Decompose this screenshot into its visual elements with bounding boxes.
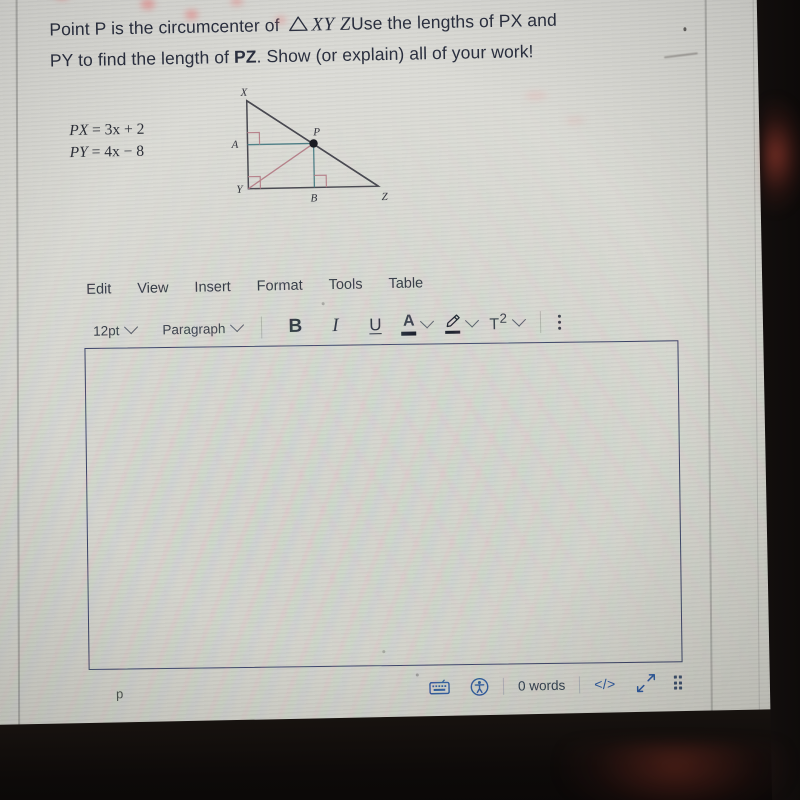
dust-speck bbox=[415, 673, 419, 677]
vertex-label-b: B bbox=[311, 192, 318, 204]
given-px-value: 3x + 2 bbox=[104, 120, 145, 139]
assignment-page: Point P is the circumcenter of XY ZUse t… bbox=[0, 0, 800, 772]
italic-button[interactable]: I bbox=[322, 313, 348, 339]
question-prompt: Point P is the circumcenter of XY ZUse t… bbox=[49, 2, 680, 75]
menu-tools[interactable]: Tools bbox=[328, 277, 362, 294]
vertex-label-a: A bbox=[230, 139, 238, 151]
prompt-line2-part-b: . Show (or explain) all of your work! bbox=[256, 41, 534, 67]
superscript-base: T bbox=[489, 316, 500, 334]
chevron-down-icon bbox=[230, 318, 245, 333]
statusbar-tools: 0 words </> bbox=[419, 672, 683, 697]
toolbar-divider bbox=[261, 316, 263, 339]
given-py-value: 4x − 8 bbox=[104, 142, 145, 161]
text-color-icon: A bbox=[401, 312, 417, 336]
menu-format[interactable]: Format bbox=[257, 278, 303, 295]
source-code-button[interactable]: </> bbox=[584, 676, 625, 693]
toolbar-divider bbox=[539, 311, 541, 334]
superscript-button[interactable]: T2 bbox=[489, 311, 526, 335]
menu-table[interactable]: Table bbox=[388, 275, 423, 292]
on-screen-keyboard-button[interactable] bbox=[419, 679, 460, 696]
bold-button[interactable]: B bbox=[282, 314, 308, 340]
superscript-icon: T2 bbox=[489, 311, 508, 335]
photographed-screen-scene: Point P is the circumcenter of XY ZUse t… bbox=[0, 0, 800, 800]
given-px-label: PX bbox=[69, 121, 89, 140]
editor-toolbar: 12pt Paragraph B I U A T2 bbox=[87, 307, 561, 346]
given-py-label: PY bbox=[69, 143, 88, 162]
editor-menubar: Edit View Insert Format Tools Table bbox=[86, 275, 423, 297]
block-format-value: Paragraph bbox=[162, 320, 226, 337]
font-size-value: 12pt bbox=[92, 322, 120, 339]
given-values: PX = 3x + 2 PY = 4x − 8 bbox=[69, 119, 145, 164]
prompt-line2-part-a: PY to find the length of bbox=[49, 47, 230, 71]
prompt-triangle-name: XY Z bbox=[311, 13, 352, 36]
dust-speck bbox=[382, 650, 386, 654]
highlight-color-swatch bbox=[445, 330, 461, 335]
chevron-down-icon[interactable] bbox=[465, 313, 480, 328]
triangle-icon bbox=[288, 11, 309, 41]
vertex-label-z: Z bbox=[381, 191, 388, 203]
menu-view[interactable]: View bbox=[137, 280, 168, 297]
prompt-line1-part-a: Point P is the circumcenter of bbox=[49, 15, 280, 40]
fullscreen-resize-icon bbox=[636, 674, 655, 693]
fullscreen-button[interactable] bbox=[625, 673, 665, 694]
highlight-color-button[interactable] bbox=[444, 313, 480, 335]
chevron-down-icon bbox=[124, 320, 139, 335]
dust-speck bbox=[683, 27, 687, 32]
accessibility-icon bbox=[470, 677, 489, 696]
text-color-button[interactable]: A bbox=[401, 312, 435, 336]
answer-text-area[interactable] bbox=[84, 340, 683, 671]
given-py-eq: = bbox=[91, 143, 101, 161]
chevron-down-icon[interactable] bbox=[420, 314, 435, 329]
underline-button[interactable]: U bbox=[362, 312, 388, 338]
chevron-down-icon[interactable] bbox=[511, 312, 526, 327]
highlighter-pen-icon bbox=[444, 313, 461, 335]
laptop-screen: Point P is the circumcenter of XY ZUse t… bbox=[0, 0, 800, 800]
prompt-line1-part-c: Use the lengths of PX and bbox=[350, 9, 557, 34]
vertex-label-p: P bbox=[312, 126, 320, 138]
text-color-swatch bbox=[401, 331, 417, 336]
vertex-label-x: X bbox=[239, 87, 248, 99]
menu-edit[interactable]: Edit bbox=[86, 281, 111, 297]
superscript-exponent: 2 bbox=[499, 311, 508, 327]
menu-insert[interactable]: Insert bbox=[194, 279, 231, 296]
text-color-glyph: A bbox=[402, 312, 415, 330]
element-path-indicator[interactable]: p bbox=[116, 686, 124, 701]
circumcenter-triangle-diagram: X Y A B Z P bbox=[217, 86, 399, 214]
statusbar-divider bbox=[502, 677, 505, 695]
font-size-select[interactable]: 12pt bbox=[87, 320, 143, 340]
more-options-icon[interactable] bbox=[557, 314, 561, 330]
block-format-select[interactable]: Paragraph bbox=[156, 318, 248, 339]
dust-speck bbox=[321, 302, 325, 306]
resize-drag-handle[interactable] bbox=[673, 675, 683, 690]
given-px: PX = 3x + 2 bbox=[69, 119, 145, 142]
on-screen-keyboard-icon bbox=[429, 679, 450, 695]
given-px-eq: = bbox=[91, 121, 101, 139]
editor-statusbar: p 0 words </> bbox=[116, 672, 683, 703]
prompt-segment-pz: PZ bbox=[233, 46, 257, 67]
word-count-label: 0 words bbox=[517, 677, 566, 694]
vertex-label-y: Y bbox=[236, 184, 244, 196]
given-py: PY = 4x − 8 bbox=[69, 141, 145, 164]
statusbar-divider bbox=[579, 675, 581, 693]
accessibility-check-button[interactable] bbox=[460, 676, 499, 696]
